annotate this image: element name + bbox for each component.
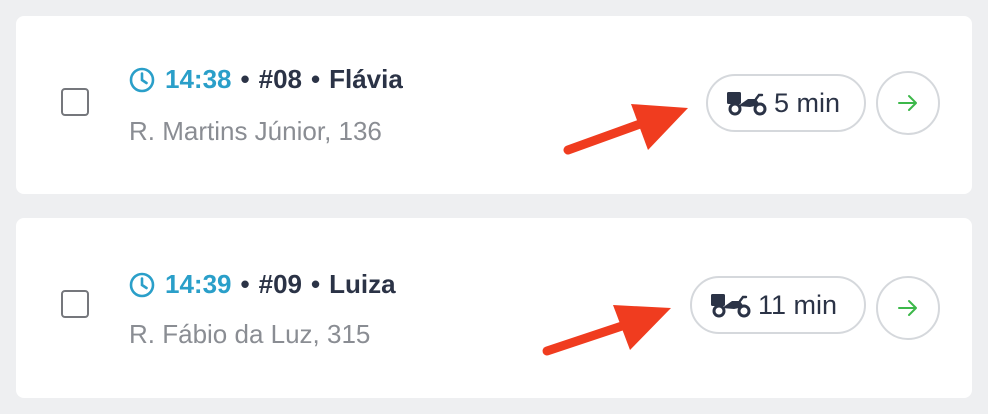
open-order-button[interactable]	[876, 71, 940, 135]
order-time: 14:39	[165, 269, 232, 299]
customer-name: Flávia	[329, 64, 403, 94]
order-number: #09	[258, 269, 302, 299]
separator: •	[311, 269, 321, 299]
order-title: 14:38 • #08 • Flávia	[129, 64, 403, 95]
arrow-right-icon	[898, 300, 917, 316]
separator: •	[240, 64, 250, 94]
order-number: #08	[258, 64, 302, 94]
customer-name: Luiza	[329, 269, 396, 299]
motorcycle-icon	[727, 92, 767, 116]
arrow-right-icon	[898, 95, 917, 111]
order-checkbox[interactable]	[61, 290, 89, 318]
open-order-button[interactable]	[876, 276, 940, 340]
eta-value: 5 min	[774, 87, 841, 118]
order-card[interactable]: 14:38 • #08 • Flávia R. Martins Júnior, …	[16, 16, 972, 194]
motorcycle-icon	[711, 294, 751, 318]
delivery-eta-button[interactable]: 5 min	[706, 74, 866, 132]
clock-icon	[129, 272, 155, 297]
clock-icon	[129, 67, 155, 92]
separator: •	[311, 64, 321, 94]
delivery-eta-button[interactable]: 11 min	[690, 276, 866, 334]
order-checkbox[interactable]	[61, 88, 89, 116]
eta-value: 11 min	[758, 289, 838, 320]
separator: •	[240, 269, 250, 299]
order-card[interactable]: 14:39 • #09 • Luiza R. Fábio da Luz, 315…	[16, 218, 972, 398]
order-title: 14:39 • #09 • Luiza	[129, 269, 396, 300]
order-address: R. Fábio da Luz, 315	[129, 319, 371, 349]
order-address: R. Martins Júnior, 136	[129, 116, 382, 146]
order-time: 14:38	[165, 64, 232, 94]
